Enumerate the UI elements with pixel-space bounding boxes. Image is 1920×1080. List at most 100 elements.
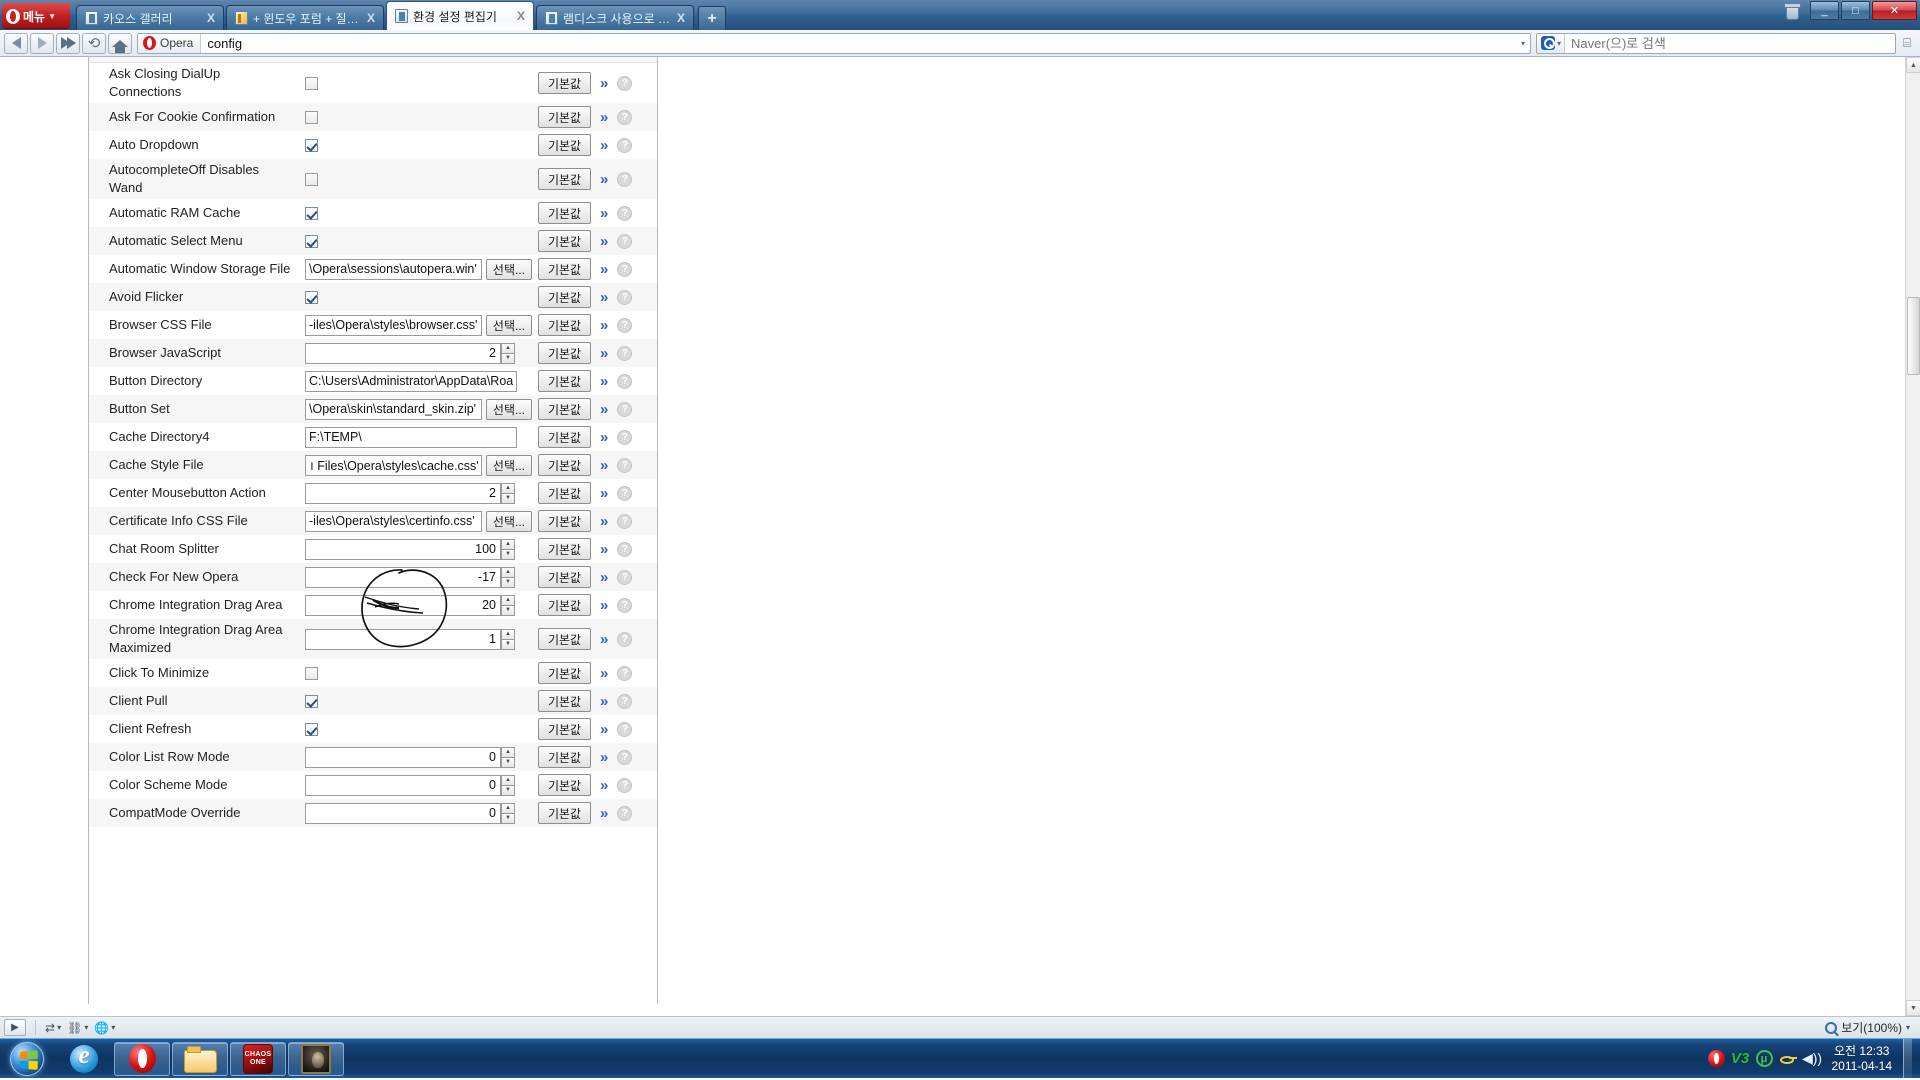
spinner-down-icon[interactable]: ▼ [501, 353, 515, 364]
config-default-button[interactable]: 기본값 [538, 258, 591, 280]
back-button[interactable] [4, 32, 28, 54]
config-number-input[interactable] [305, 628, 501, 650]
double-chevron-right-icon[interactable]: » [600, 513, 608, 530]
spinner-up-icon[interactable]: ▲ [501, 746, 515, 758]
double-chevron-right-icon[interactable]: » [600, 345, 608, 362]
config-number-input[interactable] [305, 594, 501, 616]
links-icon[interactable]: ⛓ ▾ [67, 1021, 88, 1035]
config-default-button[interactable]: 기본값 [538, 482, 591, 504]
help-icon[interactable]: ? [617, 665, 633, 681]
start-button[interactable] [2, 1040, 52, 1078]
config-default-button[interactable]: 기본값 [538, 168, 591, 190]
help-icon[interactable]: ? [617, 631, 633, 647]
config-default-button[interactable]: 기본값 [538, 230, 591, 252]
double-chevron-right-icon[interactable]: » [600, 569, 608, 586]
config-spinner[interactable]: ▲ ▼ [501, 482, 515, 504]
config-select-file-button[interactable]: 선택... [485, 454, 532, 476]
help-icon[interactable]: ? [617, 805, 633, 821]
volume-icon[interactable]: ◀)) [1802, 1050, 1822, 1067]
config-checkbox[interactable] [305, 234, 318, 248]
tab-close-icon[interactable]: X [365, 11, 377, 25]
forward-button[interactable] [30, 32, 54, 54]
config-select-file-button[interactable]: 선택... [485, 398, 532, 420]
config-spinner[interactable]: ▲ ▼ [501, 774, 515, 796]
help-icon[interactable]: ? [617, 569, 633, 585]
tab-kaos-gallery[interactable]: 카오스 갤러리 X [76, 5, 224, 30]
double-chevron-right-icon[interactable]: » [600, 429, 608, 446]
config-default-button[interactable]: 기본값 [538, 134, 591, 156]
config-number-input[interactable] [305, 482, 501, 504]
taskbar-item-opera[interactable] [114, 1041, 170, 1076]
spinner-up-icon[interactable]: ▲ [501, 482, 515, 494]
page-scrollbar[interactable]: ▲ ▼ [1905, 57, 1920, 1016]
spinner-up-icon[interactable]: ▲ [501, 802, 515, 814]
spinner-down-icon[interactable]: ▼ [501, 639, 515, 650]
help-icon[interactable]: ? [617, 721, 633, 737]
help-icon[interactable]: ? [617, 261, 633, 277]
help-icon[interactable]: ? [617, 289, 633, 305]
double-chevron-right-icon[interactable]: » [600, 289, 608, 306]
config-default-button[interactable]: 기본값 [538, 398, 591, 420]
minimize-button[interactable]: _ [1810, 1, 1839, 20]
config-spinner[interactable]: ▲ ▼ [501, 802, 515, 824]
config-default-button[interactable]: 기본값 [538, 566, 591, 588]
spinner-down-icon[interactable]: ▼ [501, 813, 515, 824]
config-text-input[interactable] [305, 510, 482, 532]
config-spinner[interactable]: ▲ ▼ [501, 628, 515, 650]
config-spinner[interactable]: ▲ ▼ [501, 342, 515, 364]
help-icon[interactable]: ? [617, 137, 633, 153]
spinner-up-icon[interactable]: ▲ [501, 628, 515, 640]
fast-forward-button[interactable] [56, 32, 80, 54]
config-checkbox[interactable] [305, 722, 318, 736]
utorrent-icon[interactable]: μ [1755, 1050, 1773, 1067]
double-chevron-right-icon[interactable]: » [600, 109, 608, 126]
config-spinner[interactable]: ▲ ▼ [501, 538, 515, 560]
taskbar-item-chaos-one[interactable]: CHAOS ONE [230, 1041, 286, 1076]
spinner-down-icon[interactable]: ▼ [501, 605, 515, 616]
help-icon[interactable]: ? [617, 401, 633, 417]
toolbar-overflow-icon[interactable]: ⌸ [1898, 35, 1916, 51]
tab-ramdisk[interactable]: 램디스크 사용으로 인... X [536, 5, 694, 30]
config-text-input[interactable] [305, 426, 517, 448]
config-default-button[interactable]: 기본값 [538, 314, 591, 336]
spinner-down-icon[interactable]: ▼ [501, 493, 515, 504]
help-icon[interactable]: ? [617, 597, 633, 613]
scroll-down-arrow-icon[interactable]: ▼ [1906, 1000, 1920, 1016]
key-icon[interactable] [1779, 1050, 1797, 1067]
config-number-input[interactable] [305, 566, 501, 588]
double-chevron-right-icon[interactable]: » [600, 205, 608, 222]
config-default-button[interactable]: 기본값 [538, 746, 591, 768]
taskbar-item-explorer[interactable] [172, 1041, 228, 1076]
config-default-button[interactable]: 기본값 [538, 690, 591, 712]
search-input[interactable] [1565, 33, 1895, 53]
taskbar-clock[interactable]: 오전 12:33 2011-04-14 [1828, 1044, 1897, 1074]
config-checkbox[interactable] [305, 206, 318, 220]
home-button[interactable] [108, 32, 132, 54]
config-default-button[interactable]: 기본값 [538, 510, 591, 532]
help-icon[interactable]: ? [617, 317, 633, 333]
double-chevron-right-icon[interactable]: » [600, 317, 608, 334]
double-chevron-right-icon[interactable]: » [600, 75, 608, 92]
reload-button[interactable]: ⟲ [82, 32, 106, 54]
config-default-button[interactable]: 기본값 [538, 718, 591, 740]
help-icon[interactable]: ? [617, 541, 633, 557]
double-chevron-right-icon[interactable]: » [600, 631, 608, 648]
config-number-input[interactable] [305, 538, 501, 560]
help-icon[interactable]: ? [617, 109, 633, 125]
config-checkbox[interactable] [305, 694, 318, 708]
config-number-input[interactable] [305, 802, 501, 824]
taskbar-item-game-portrait[interactable] [288, 1041, 344, 1076]
help-icon[interactable]: ? [617, 777, 633, 793]
scroll-up-arrow-icon[interactable]: ▲ [1906, 57, 1920, 73]
tab-config-editor[interactable]: 환경 설정 편집기 X [386, 1, 534, 30]
config-number-input[interactable] [305, 342, 501, 364]
double-chevron-right-icon[interactable]: » [600, 749, 608, 766]
help-icon[interactable]: ? [617, 345, 633, 361]
config-default-button[interactable]: 기본값 [538, 426, 591, 448]
config-text-input[interactable] [305, 258, 482, 280]
tab-windows-forum[interactable]: + 윈도우 포럼 + 질문... X [226, 5, 384, 30]
config-default-button[interactable]: 기본값 [538, 628, 591, 650]
config-text-input[interactable] [305, 454, 482, 476]
address-bar[interactable]: Opera ▾ [137, 32, 1531, 54]
config-spinner[interactable]: ▲ ▼ [501, 594, 515, 616]
